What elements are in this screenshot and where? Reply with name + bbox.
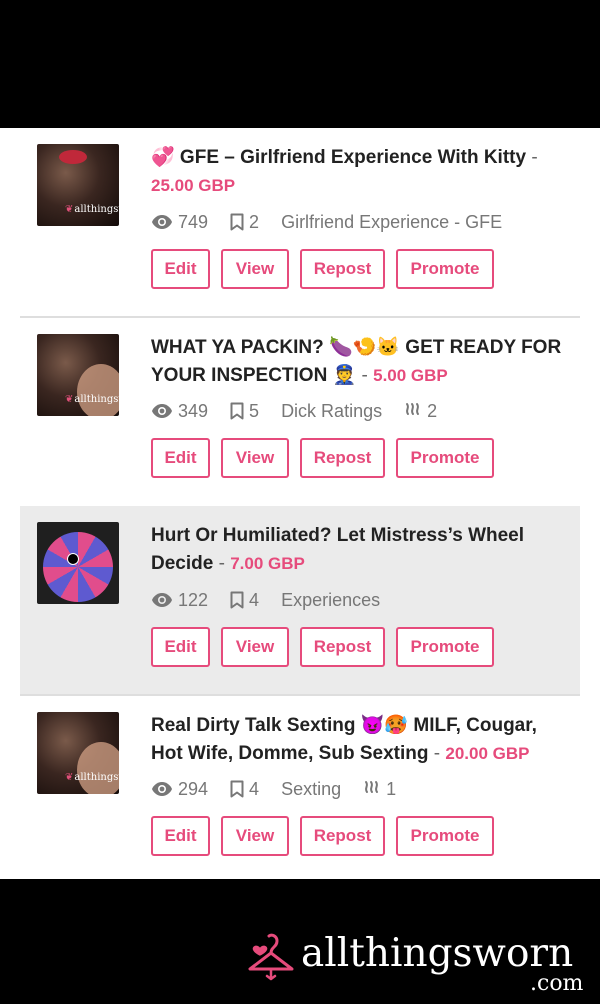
listing-thumbnail[interactable] (37, 522, 119, 604)
views-value: 749 (178, 211, 209, 232)
title-price-separator: - (361, 365, 368, 386)
listing-thumbnail[interactable]: allthingsworn (37, 334, 119, 416)
bookmark-icon (230, 402, 244, 420)
bookmarks-count: 4 (230, 779, 259, 800)
promote-button[interactable]: Promote (396, 438, 494, 478)
heat-icon (365, 781, 379, 793)
edit-button[interactable]: Edit (151, 249, 210, 289)
promote-button[interactable]: Promote (396, 249, 494, 289)
repost-button[interactable]: Repost (300, 816, 385, 856)
thumbnail-watermark: allthingsworn (65, 394, 119, 405)
view-button[interactable]: View (221, 438, 289, 478)
edit-button[interactable]: Edit (151, 438, 210, 478)
promote-button[interactable]: Promote (396, 627, 494, 667)
repost-button[interactable]: Repost (300, 249, 385, 289)
listing-title-block: Hurt Or Humiliated? Let Mistress’s Wheel… (151, 522, 571, 578)
listing-item: allthingsworn Real Dirty Talk Sexting 😈🥵… (20, 696, 580, 879)
repost-button[interactable]: Repost (300, 438, 385, 478)
spin-wheel-image (43, 532, 113, 602)
title-price-separator: - (218, 553, 225, 574)
listing-price: 5.00 GBP (373, 366, 448, 385)
listing-thumbnail[interactable]: allthingsworn (37, 144, 119, 226)
listing-price: 25.00 GBP (151, 176, 236, 195)
view-button[interactable]: View (221, 816, 289, 856)
bookmarks-value: 4 (249, 778, 260, 799)
eye-icon (152, 215, 172, 229)
bookmarks-value: 2 (249, 211, 260, 232)
listing-meta: 122 4 Experiences (151, 587, 402, 613)
views-count: 294 (151, 779, 208, 800)
footer-brand-bar: allthingsworn .com (0, 879, 600, 1004)
views-count: 122 (151, 590, 208, 611)
bookmarks-count: 5 (230, 401, 259, 422)
bookmark-icon (230, 213, 244, 231)
heat-value: 2 (427, 400, 438, 421)
repost-button[interactable]: Repost (300, 627, 385, 667)
listing-meta: 749 2 Girlfriend Experience - GFE (151, 209, 524, 235)
thumbnail-figure (77, 742, 119, 794)
listing-thumbnail[interactable]: allthingsworn (37, 712, 119, 794)
listing-title[interactable]: Hurt Or Humiliated? Let Mistress’s Wheel… (151, 525, 524, 574)
views-count: 749 (151, 212, 208, 233)
listing-price: 20.00 GBP (445, 744, 530, 763)
title-price-separator: - (531, 147, 538, 168)
eye-icon (152, 593, 172, 607)
heat-count: 1 (363, 779, 396, 800)
view-button[interactable]: View (221, 249, 289, 289)
listing-meta: 294 4 Sexting 1 (151, 776, 418, 802)
top-black-bar (0, 0, 600, 128)
listing-item: allthingsworn 💞 GFE – Girlfriend Experie… (20, 128, 580, 317)
brand-name: allthingsworn (301, 931, 574, 976)
listing-title-block: Real Dirty Talk Sexting 😈🥵 MILF, Cougar,… (151, 712, 571, 768)
bookmarks-count: 4 (230, 590, 259, 611)
heat-count: 2 (404, 401, 437, 422)
thumbnail-watermark: allthingsworn (65, 204, 119, 215)
eye-icon (152, 404, 172, 418)
thumbnail-figure (77, 364, 119, 416)
listing-title-block: 💞 GFE – Girlfriend Experience With Kitty… (151, 144, 571, 200)
listings-panel: allthingsworn 💞 GFE – Girlfriend Experie… (0, 128, 600, 879)
hanger-heart-icon (248, 933, 294, 981)
thumbnail-lips (59, 150, 87, 164)
brand-tld: .com (530, 971, 584, 996)
listing-meta: 349 5 Dick Ratings 2 (151, 398, 459, 424)
bookmark-icon (230, 780, 244, 798)
view-button[interactable]: View (221, 627, 289, 667)
views-value: 122 (178, 589, 209, 610)
category-link[interactable]: Girlfriend Experience - GFE (281, 212, 502, 233)
bookmarks-count: 2 (230, 212, 259, 233)
category-link[interactable]: Experiences (281, 590, 380, 611)
listing-title[interactable]: 💞 GFE – Girlfriend Experience With Kitty (151, 147, 526, 168)
title-price-separator: - (433, 743, 441, 764)
promote-button[interactable]: Promote (396, 816, 494, 856)
category-link[interactable]: Dick Ratings (281, 401, 382, 422)
listing-price: 7.00 GBP (230, 554, 305, 573)
category-link[interactable]: Sexting (281, 779, 341, 800)
eye-icon (152, 782, 172, 796)
edit-button[interactable]: Edit (151, 627, 210, 667)
listing-title[interactable]: WHAT YA PACKIN? 🍆🍤🐱 GET READY FOR YOUR I… (151, 337, 561, 386)
bookmarks-value: 5 (249, 400, 260, 421)
listing-item: allthingsworn WHAT YA PACKIN? 🍆🍤🐱 GET RE… (20, 318, 580, 507)
bookmark-icon (230, 591, 244, 609)
listing-title-block: WHAT YA PACKIN? 🍆🍤🐱 GET READY FOR YOUR I… (151, 334, 571, 390)
views-value: 294 (178, 778, 209, 799)
thumbnail-watermark: allthingsworn (65, 772, 119, 783)
heat-icon (406, 403, 420, 415)
spin-wheel-hub (67, 553, 79, 565)
views-value: 349 (178, 400, 209, 421)
views-count: 349 (151, 401, 208, 422)
heat-value: 1 (386, 778, 397, 799)
edit-button[interactable]: Edit (151, 816, 210, 856)
bookmarks-value: 4 (249, 589, 260, 610)
listing-item: Hurt Or Humiliated? Let Mistress’s Wheel… (20, 506, 580, 695)
